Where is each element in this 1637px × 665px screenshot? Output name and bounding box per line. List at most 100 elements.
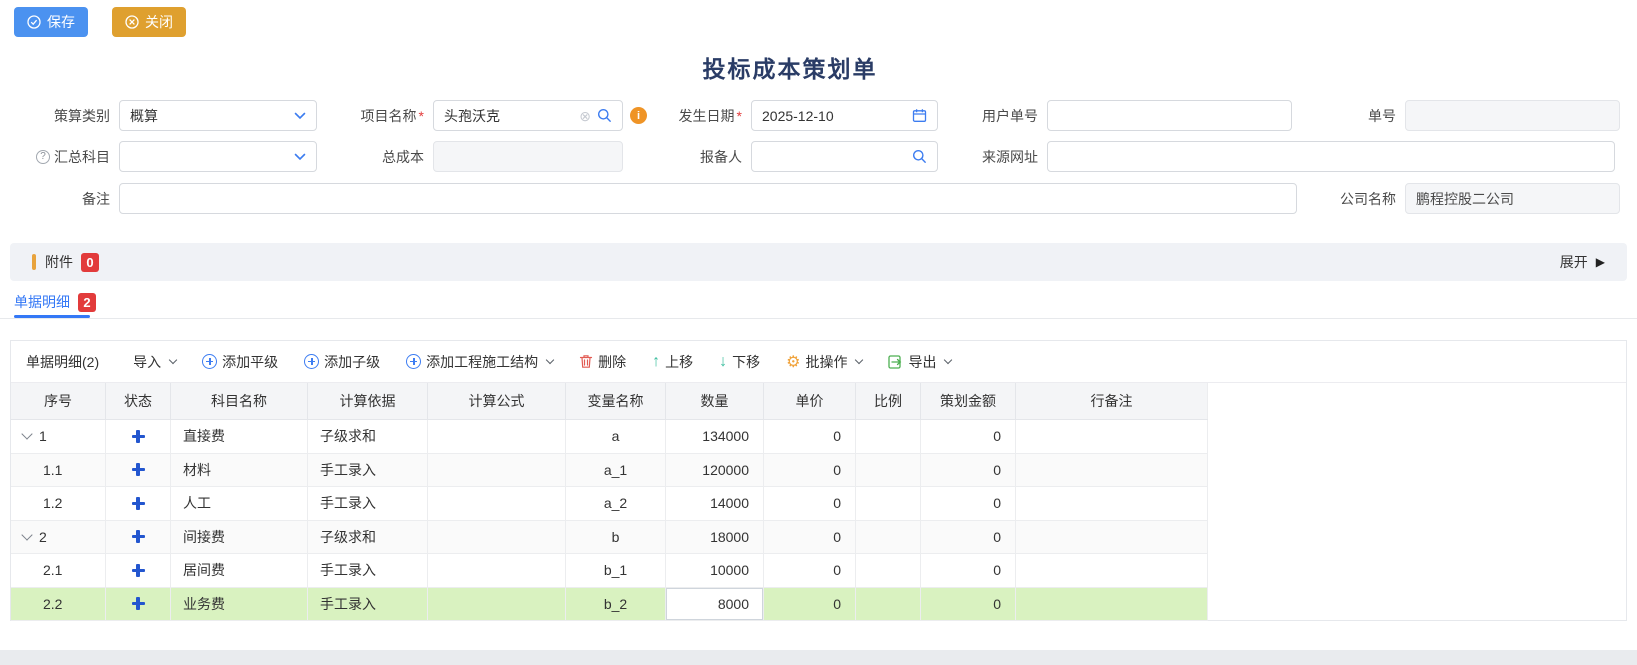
- cell-subject[interactable]: 直接费: [171, 420, 308, 453]
- col-header-formula[interactable]: 计算公式: [428, 383, 566, 419]
- col-header-basis[interactable]: 计算依据: [308, 383, 428, 419]
- cell-price[interactable]: 0: [764, 420, 856, 453]
- add-row-plus-icon[interactable]: [132, 564, 145, 577]
- cell-qty[interactable]: 10000: [666, 554, 764, 587]
- project-input[interactable]: 头孢沃克 ⊗: [433, 100, 623, 131]
- cell-qty[interactable]: 14000: [666, 487, 764, 520]
- cell-formula[interactable]: [428, 454, 566, 487]
- cell-amount[interactable]: 0: [921, 521, 1016, 554]
- remark-input[interactable]: [119, 183, 1297, 214]
- cell-ratio[interactable]: [856, 521, 921, 554]
- cell-qty[interactable]: 134000: [666, 420, 764, 453]
- cell-amount[interactable]: 0: [921, 554, 1016, 587]
- cell-formula[interactable]: [428, 420, 566, 453]
- search-icon[interactable]: [912, 149, 927, 164]
- cell-variable[interactable]: b_1: [566, 554, 666, 587]
- cell-remark[interactable]: [1016, 420, 1208, 453]
- col-header-qty[interactable]: 数量: [666, 383, 764, 419]
- expander-chevron-icon[interactable]: [21, 529, 32, 540]
- move-down-button[interactable]: ↓ 下移: [719, 352, 760, 372]
- cell-remark[interactable]: [1016, 454, 1208, 487]
- add-child-button[interactable]: 添加子级: [304, 352, 380, 372]
- add-sibling-button[interactable]: 添加平级: [202, 352, 278, 372]
- cell-formula[interactable]: [428, 588, 566, 621]
- reporter-input[interactable]: [751, 141, 938, 172]
- add-row-plus-icon[interactable]: [132, 530, 145, 543]
- export-button[interactable]: 导出: [888, 352, 951, 372]
- cell-remark[interactable]: [1016, 487, 1208, 520]
- cell-variable[interactable]: a_1: [566, 454, 666, 487]
- cell-basis[interactable]: 手工录入: [308, 588, 428, 621]
- cell-price[interactable]: 0: [764, 521, 856, 554]
- cell-price[interactable]: 0: [764, 454, 856, 487]
- search-icon[interactable]: [597, 108, 612, 123]
- date-input[interactable]: 2025-12-10: [751, 100, 938, 131]
- add-row-plus-icon[interactable]: [132, 463, 145, 476]
- cell-ratio[interactable]: [856, 454, 921, 487]
- cell-remark[interactable]: [1016, 554, 1208, 587]
- cell-basis[interactable]: 手工录入: [308, 554, 428, 587]
- col-header-subject[interactable]: 科目名称: [171, 383, 308, 419]
- add-row-plus-icon[interactable]: [132, 597, 145, 610]
- cell-ratio[interactable]: [856, 420, 921, 453]
- cell-ratio[interactable]: [856, 588, 921, 621]
- table-row[interactable]: 2.1 居间费 手工录入 b_1 10000 0 0: [11, 554, 1208, 588]
- cell-subject[interactable]: 人工: [171, 487, 308, 520]
- delete-button[interactable]: 删除: [579, 352, 626, 372]
- cell-subject[interactable]: 业务费: [171, 588, 308, 621]
- cell-ratio[interactable]: [856, 487, 921, 520]
- cell-variable[interactable]: a_2: [566, 487, 666, 520]
- cell-amount[interactable]: 0: [921, 454, 1016, 487]
- cell-subject[interactable]: 间接费: [171, 521, 308, 554]
- col-header-remark[interactable]: 行备注: [1016, 383, 1208, 419]
- summary-subject-select[interactable]: [119, 141, 317, 172]
- cell-price[interactable]: 0: [764, 588, 856, 621]
- cell-amount[interactable]: 0: [921, 487, 1016, 520]
- cell-formula[interactable]: [428, 554, 566, 587]
- col-header-price[interactable]: 单价: [764, 383, 856, 419]
- cell-qty-editing[interactable]: 8000: [666, 588, 764, 621]
- col-header-status[interactable]: 状态: [106, 383, 171, 419]
- cell-basis[interactable]: 子级求和: [308, 420, 428, 453]
- question-icon[interactable]: ?: [36, 150, 50, 164]
- close-button[interactable]: 关闭: [112, 7, 186, 37]
- cell-remark[interactable]: [1016, 588, 1208, 621]
- col-header-variable[interactable]: 变量名称: [566, 383, 666, 419]
- cell-variable[interactable]: b_2: [566, 588, 666, 621]
- cell-price[interactable]: 0: [764, 487, 856, 520]
- move-up-button[interactable]: ↑ 上移: [652, 352, 693, 372]
- info-icon[interactable]: i: [630, 107, 647, 124]
- batch-operation-button[interactable]: ⚙ 批操作: [786, 352, 862, 372]
- col-header-no[interactable]: 序号: [11, 383, 106, 419]
- add-row-plus-icon[interactable]: [132, 430, 145, 443]
- col-header-ratio[interactable]: 比例: [856, 383, 921, 419]
- expand-toggle[interactable]: 展开 ▶: [1560, 252, 1605, 272]
- expander-chevron-icon[interactable]: [21, 429, 32, 440]
- cell-subject[interactable]: 材料: [171, 454, 308, 487]
- cell-amount[interactable]: 0: [921, 588, 1016, 621]
- cell-variable[interactable]: a: [566, 420, 666, 453]
- cell-formula[interactable]: [428, 521, 566, 554]
- attachments-bar[interactable]: 附件 0 展开 ▶: [10, 243, 1627, 281]
- col-header-amount[interactable]: 策划金额: [921, 383, 1016, 419]
- horizontal-scrollbar[interactable]: [0, 650, 1637, 665]
- clear-icon[interactable]: ⊗: [579, 109, 591, 123]
- cell-qty[interactable]: 18000: [666, 521, 764, 554]
- cell-subject[interactable]: 居间费: [171, 554, 308, 587]
- table-row[interactable]: 1.2 人工 手工录入 a_2 14000 0 0: [11, 487, 1208, 521]
- cell-ratio[interactable]: [856, 554, 921, 587]
- cell-price[interactable]: 0: [764, 554, 856, 587]
- import-button[interactable]: 导入: [133, 352, 176, 372]
- category-select[interactable]: 概算: [119, 100, 317, 131]
- table-row[interactable]: 2 间接费 子级求和 b 18000 0 0: [11, 521, 1208, 555]
- table-row[interactable]: 1.1 材料 手工录入 a_1 120000 0 0: [11, 454, 1208, 488]
- cell-variable[interactable]: b: [566, 521, 666, 554]
- table-row[interactable]: 1 直接费 子级求和 a 134000 0 0: [11, 420, 1208, 454]
- cell-qty[interactable]: 120000: [666, 454, 764, 487]
- save-button[interactable]: 保存: [14, 7, 88, 37]
- add-row-plus-icon[interactable]: [132, 497, 145, 510]
- user-order-input[interactable]: [1047, 100, 1292, 131]
- source-url-input[interactable]: [1047, 141, 1615, 172]
- cell-basis[interactable]: 子级求和: [308, 521, 428, 554]
- calendar-icon[interactable]: [912, 108, 927, 123]
